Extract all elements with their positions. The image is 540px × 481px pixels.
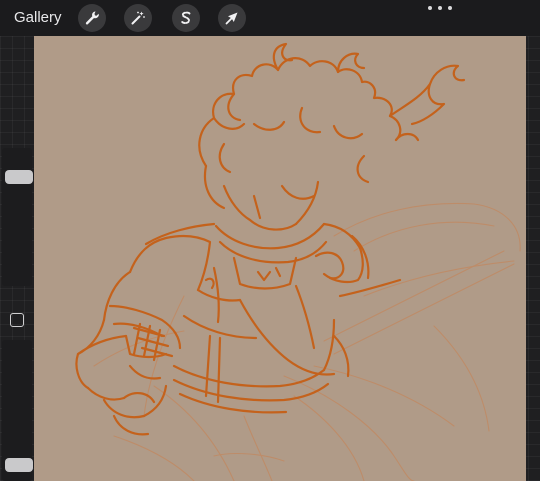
- selection-button[interactable]: [172, 4, 200, 32]
- transform-button[interactable]: [218, 4, 246, 32]
- main-linework: [75, 42, 466, 436]
- adjustments-button[interactable]: [124, 4, 152, 32]
- ellipsis-icon[interactable]: [428, 2, 452, 14]
- character-sketch: [75, 42, 521, 481]
- opacity-slider[interactable]: [2, 340, 33, 481]
- actions-button[interactable]: [78, 4, 106, 32]
- dot: [428, 6, 432, 10]
- top-toolbar: Gallery: [0, 0, 540, 36]
- magic-wand-icon: [131, 11, 145, 25]
- wrench-icon: [85, 11, 99, 25]
- drawing-canvas[interactable]: [34, 36, 526, 481]
- brush-size-slider[interactable]: [2, 148, 33, 286]
- selection-s-icon: [181, 11, 191, 24]
- brush-size-knob[interactable]: [5, 170, 33, 185]
- arrow-cursor-icon: [225, 12, 238, 25]
- opacity-knob[interactable]: [5, 457, 33, 472]
- gallery-button[interactable]: Gallery: [14, 8, 62, 28]
- square-modifier-icon[interactable]: [10, 313, 24, 327]
- dot: [448, 6, 452, 10]
- dot: [438, 6, 442, 10]
- left-sidebar: [0, 148, 34, 481]
- procreate-app: Gallery: [0, 0, 540, 481]
